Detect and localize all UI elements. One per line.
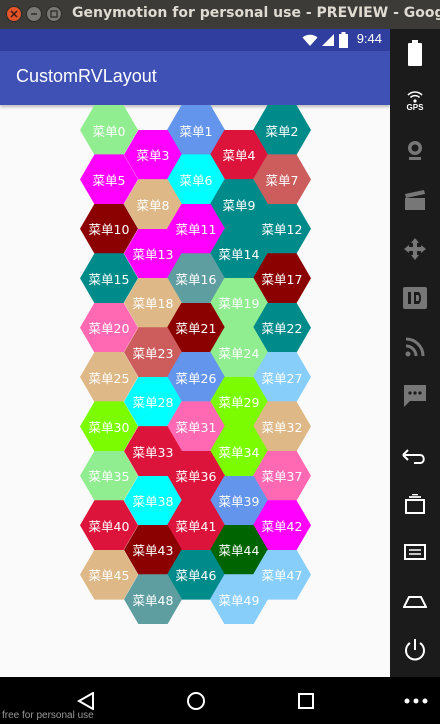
close-icon <box>10 10 18 18</box>
window-titlebar: Genymotion for personal use - PREVIEW - … <box>0 0 440 29</box>
status-time: 9:44 <box>356 31 382 46</box>
home-widget-button[interactable] <box>390 581 440 621</box>
app-title: CustomRVLayout <box>16 66 157 86</box>
move-arrows-icon <box>404 238 426 260</box>
recent-apps-icon <box>405 494 425 514</box>
power-icon <box>405 639 425 661</box>
recents-square-icon <box>298 693 314 709</box>
more-options-button[interactable] <box>400 685 432 717</box>
wifi-icon <box>407 90 423 103</box>
rss-icon <box>405 337 425 357</box>
signal-icon <box>322 34 334 46</box>
webcam-icon <box>408 141 422 160</box>
battery-icon <box>408 40 422 66</box>
home-circle-icon <box>187 692 205 710</box>
maximize-icon <box>50 10 58 18</box>
battery-widget-button[interactable] <box>390 33 440 73</box>
emulator-sidebar: GPS <box>390 29 440 677</box>
back-widget-button[interactable] <box>390 435 440 475</box>
status-bar: 9:44 <box>0 29 390 51</box>
menu-widget-button[interactable] <box>390 532 440 572</box>
identifiers-widget-button[interactable] <box>390 278 440 318</box>
phone-screen: 9:44 CustomRVLayout 菜单0 菜单1 菜单2 菜单3 菜单4 菜单5 菜单… <box>0 29 390 677</box>
menu-icon <box>404 544 426 560</box>
window-close-button[interactable] <box>6 6 22 22</box>
camera-widget-button[interactable] <box>390 130 440 170</box>
sms-widget-button[interactable] <box>390 376 440 416</box>
watermark-text: free for personal use <box>2 710 94 721</box>
hexagon-grid: 菜单0 菜单1 菜单2 菜单3 菜单4 菜单5 菜单6 菜单7 菜单8 菜单9 菜单10 菜单11 菜单… <box>0 105 390 677</box>
nav-home-button[interactable] <box>180 685 212 717</box>
battery-icon <box>339 32 348 48</box>
remote-control-widget-button[interactable] <box>390 229 440 269</box>
app-bar: CustomRVLayout <box>0 51 390 105</box>
back-triangle-icon <box>77 692 94 710</box>
recent-apps-widget-button[interactable] <box>390 484 440 524</box>
power-widget-button[interactable] <box>390 630 440 670</box>
more-dots-icon <box>404 698 428 704</box>
nav-recents-button[interactable] <box>290 685 322 717</box>
id-card-icon <box>403 287 427 309</box>
gps-label: GPS <box>406 102 424 112</box>
wifi-icon <box>302 34 318 46</box>
home-icon <box>403 596 427 608</box>
window-minimize-button[interactable] <box>26 6 42 22</box>
gps-widget-button[interactable]: GPS <box>390 81 440 121</box>
screencast-widget-button[interactable] <box>390 180 440 220</box>
back-arrow-icon <box>402 449 425 464</box>
window-title: Genymotion for personal use - PREVIEW - … <box>72 5 440 21</box>
window-maximize-button[interactable] <box>46 6 62 22</box>
minimize-icon <box>31 13 37 15</box>
network-widget-button[interactable] <box>390 327 440 367</box>
message-icon <box>404 385 426 407</box>
clapperboard-icon <box>405 190 425 210</box>
